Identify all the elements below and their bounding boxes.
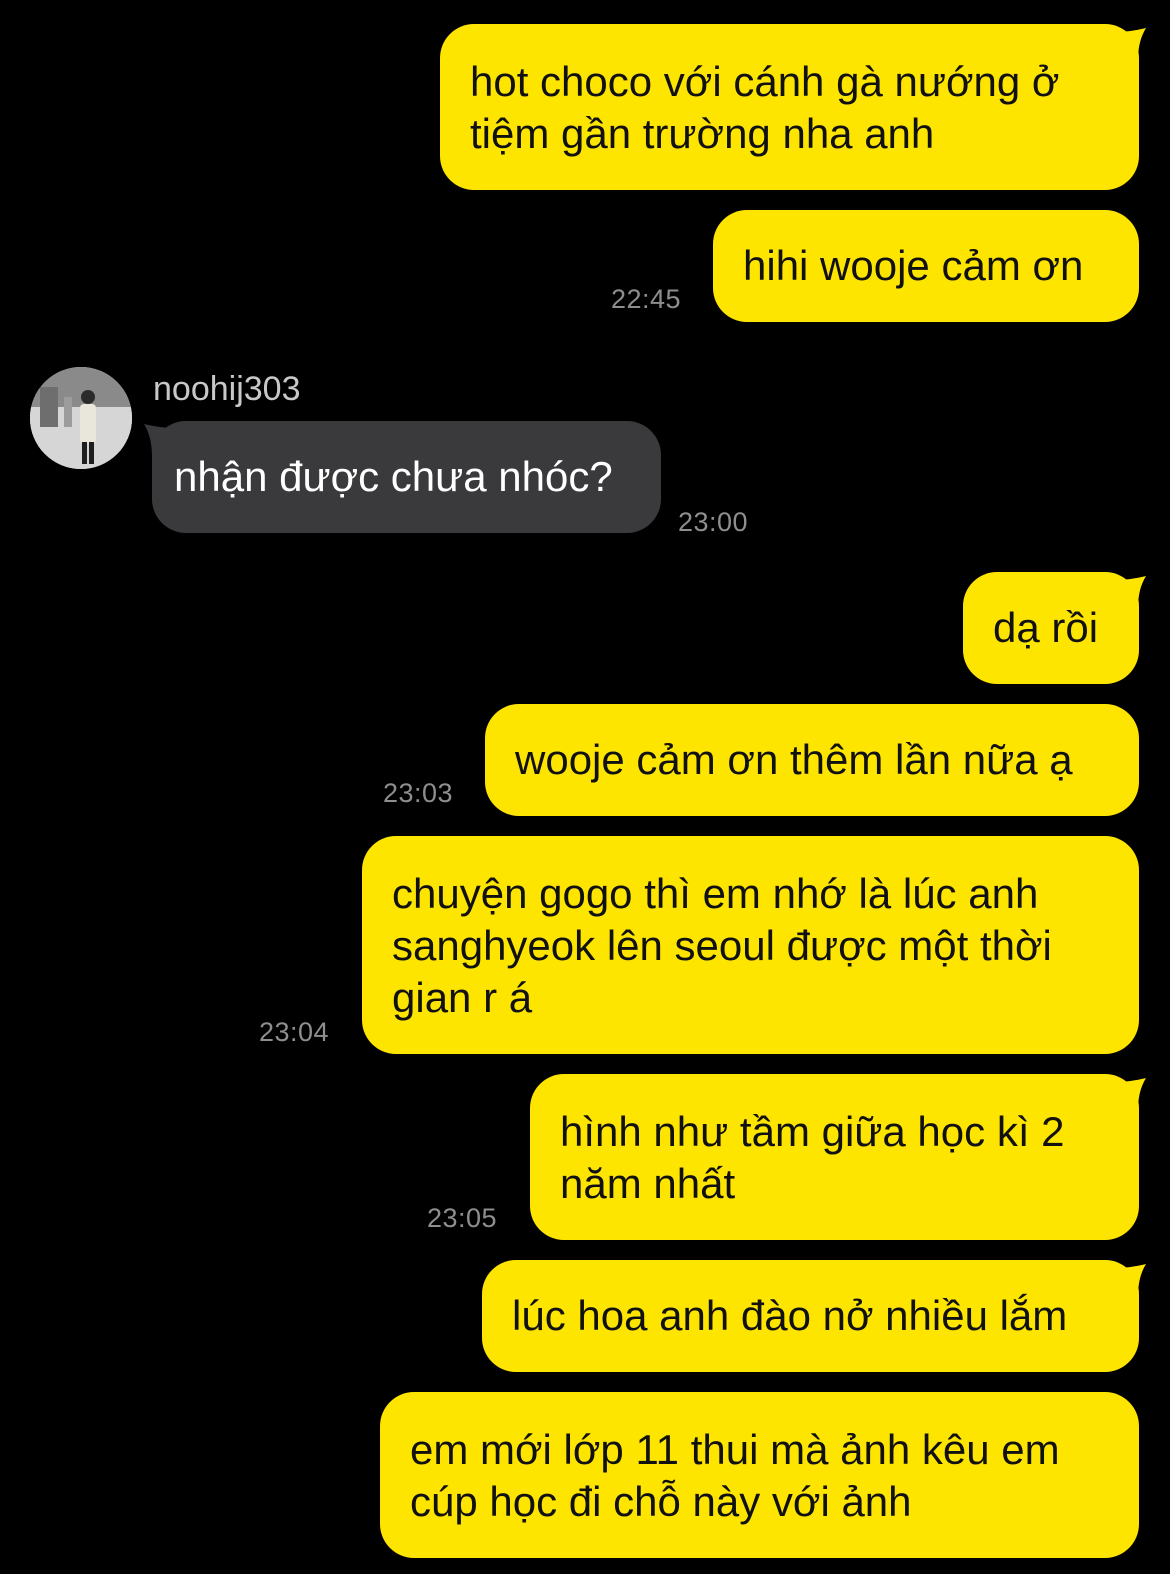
bubble-tail-icon — [1116, 1078, 1146, 1112]
outgoing-message[interactable]: hihi wooje cảm ơn — [713, 210, 1139, 322]
message-timestamp: 23:03 — [383, 778, 454, 808]
message-timestamp: 23:00 — [678, 507, 749, 537]
message-timestamp: 22:45 — [611, 284, 682, 314]
bubble-tail-icon — [1116, 576, 1146, 610]
outgoing-message[interactable]: em mới lớp 11 thui mà ảnh kêu em cúp học… — [380, 1392, 1139, 1558]
outgoing-message[interactable]: hình như tầm giữa học kì 2 năm nhất — [530, 1074, 1139, 1240]
outgoing-message[interactable]: hot choco với cánh gà nướng ở tiệm gần t… — [440, 24, 1139, 190]
message-timestamp: 23:04 — [259, 1017, 330, 1047]
outgoing-message[interactable]: lúc hoa anh đào nở nhiều lắm — [482, 1260, 1139, 1372]
bubble-tail-icon — [1116, 1264, 1146, 1298]
message-timestamp: 23:05 — [427, 1203, 498, 1233]
bubble-tail-icon — [1116, 28, 1146, 62]
chat-thread[interactable]: hot choco với cánh gà nướng ở tiệm gần t… — [0, 0, 1170, 1574]
incoming-message[interactable]: nhận được chưa nhóc? — [152, 421, 661, 533]
sender-name: noohij303 — [153, 370, 301, 408]
outgoing-message[interactable]: wooje cảm ơn thêm lần nữa ạ — [485, 704, 1139, 816]
avatar[interactable] — [30, 367, 132, 469]
outgoing-message[interactable]: chuyện gogo thì em nhớ là lúc anh sanghy… — [362, 836, 1139, 1054]
outgoing-message[interactable]: dạ rồi — [963, 572, 1139, 684]
